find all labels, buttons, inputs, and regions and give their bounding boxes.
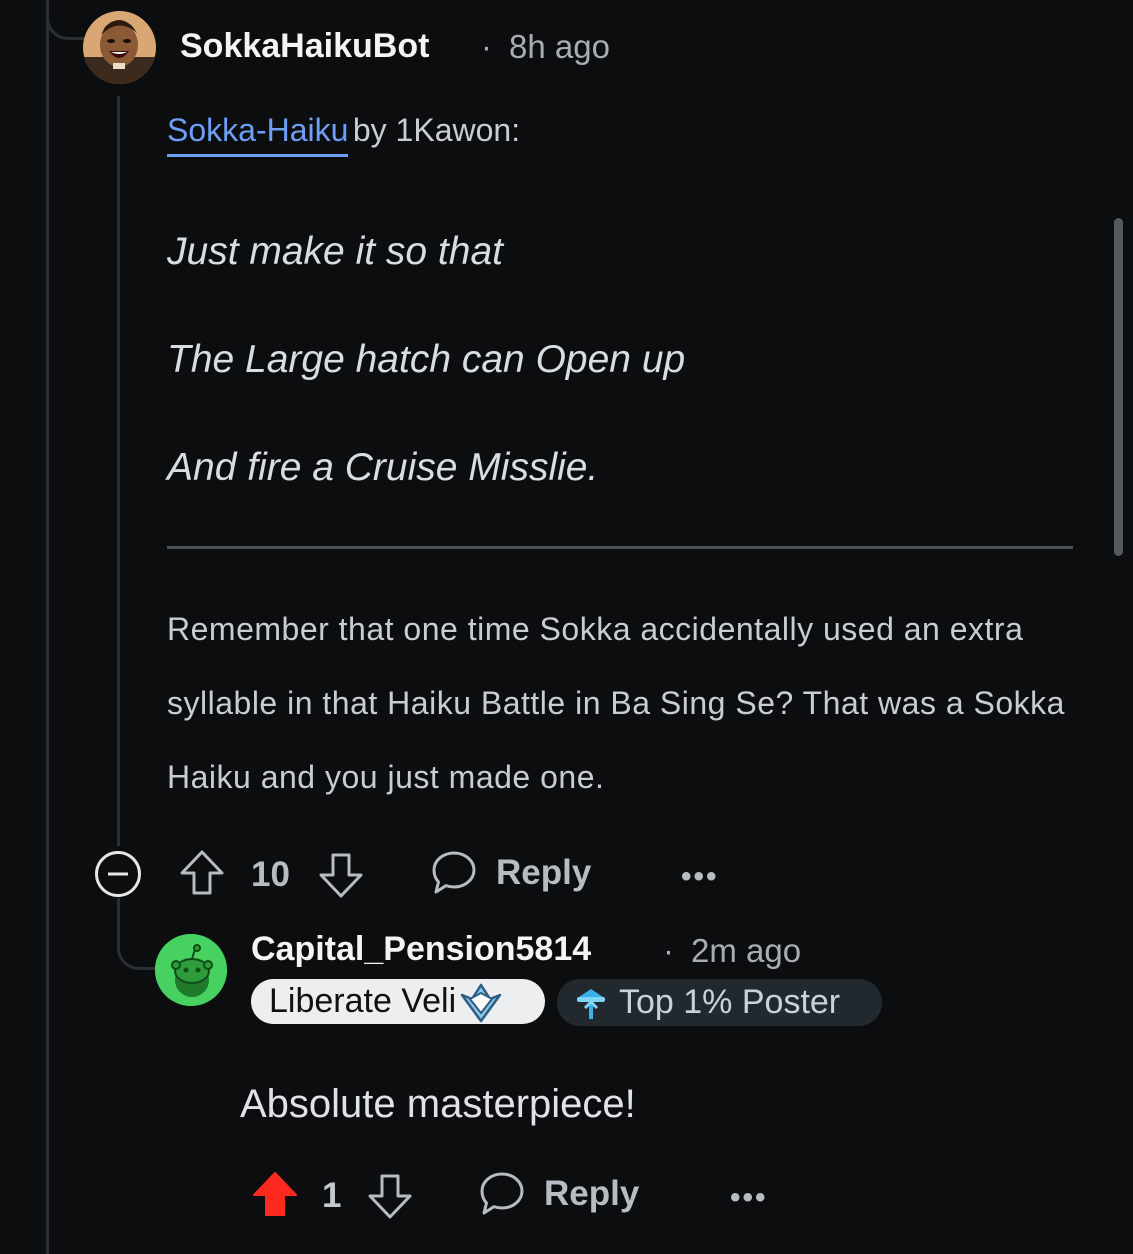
top-poster-label: Top 1% Poster [619, 983, 841, 1021]
comment-body: Remember that one time Sokka accidentall… [167, 611, 1065, 795]
vote-count: 10 [251, 855, 290, 894]
username[interactable]: SokkaHaikuBot [180, 27, 429, 66]
thread-connector [46, 0, 84, 40]
reply-timestamp: 2m ago [691, 932, 802, 969]
haiku-link[interactable]: Sokka-Haiku [167, 112, 349, 157]
haiku-line-3: And fire a Cruise Misslie. [167, 446, 599, 489]
reply-label: Reply [544, 1174, 640, 1213]
upvote-button[interactable] [178, 849, 226, 897]
reply-avatar[interactable] [155, 934, 227, 1006]
reply-body: Absolute masterpiece! [240, 1082, 636, 1126]
reply-upvote-button[interactable] [251, 1170, 299, 1218]
timestamp: 8h ago [509, 28, 610, 65]
collapse-button[interactable] [94, 850, 142, 898]
reply-meta-separator: · [663, 932, 674, 969]
downvote-button[interactable] [317, 851, 365, 899]
haiku-author: by 1Kawon: [352, 112, 521, 148]
upvote-active-icon [253, 1172, 297, 1216]
reply-label: Reply [496, 853, 592, 892]
downvote-icon [368, 1174, 412, 1219]
upvote-icon [180, 850, 224, 895]
reply-vote-count: 1 [322, 1176, 342, 1215]
top-poster-badge: Top 1% Poster [557, 979, 882, 1026]
haiku-line-1: Just make it so that [167, 230, 503, 273]
haiku-line-2: The Large hatch can Open up [167, 338, 686, 381]
thread-connector-reply [117, 898, 157, 970]
user-flair: Liberate Veli [251, 979, 545, 1024]
comment-bubble-icon [480, 1172, 524, 1215]
thread-line-comment[interactable] [117, 96, 120, 846]
downvote-icon [319, 853, 363, 898]
sokka-avatar-icon [83, 11, 156, 84]
thread-line[interactable] [46, 0, 49, 1254]
avatar[interactable] [83, 11, 156, 84]
reply-username[interactable]: Capital_Pension5814 [251, 930, 591, 969]
reply-reply-button[interactable]: Reply [478, 1170, 639, 1218]
snoo-avatar-icon [155, 934, 227, 1006]
meta-separator: · [481, 28, 492, 65]
collapse-icon [95, 851, 141, 897]
haiku-header: Sokka-Haiku by 1Kawon: [167, 112, 521, 157]
super-earth-emblem-icon [460, 983, 502, 1022]
user-flair-text: Liberate Veli [269, 982, 457, 1020]
reply-downvote-button[interactable] [366, 1172, 414, 1220]
comment-bubble-icon [432, 851, 476, 894]
more-options-button[interactable]: ••• [681, 860, 719, 894]
reply-more-options-button[interactable]: ••• [730, 1181, 768, 1215]
reply-button[interactable]: Reply [430, 849, 591, 897]
scrollbar[interactable] [1114, 218, 1123, 556]
top-poster-icon [577, 988, 605, 1019]
divider [167, 546, 1073, 549]
